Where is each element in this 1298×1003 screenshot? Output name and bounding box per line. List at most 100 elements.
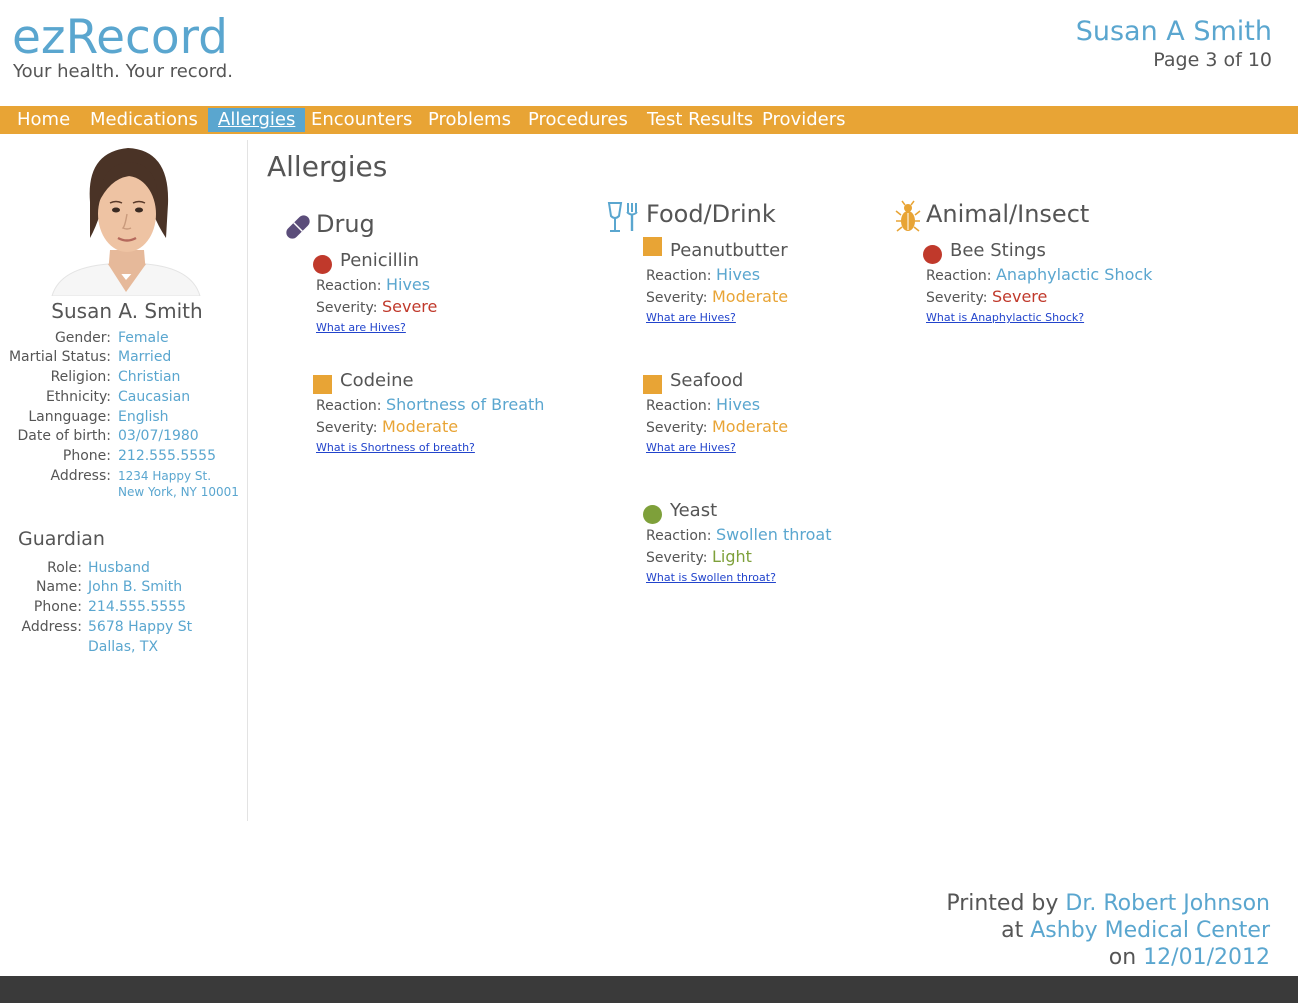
allergy-severity: Severity: Severe	[316, 297, 437, 316]
field-label: Lannguage:	[28, 409, 111, 425]
allergy-name: Bee Stings	[950, 240, 1046, 261]
pill-icon	[286, 215, 310, 239]
allergy-name: Yeast	[670, 500, 718, 521]
severity-value: Moderate	[711, 287, 789, 306]
patient-header: Susan A Smith Page 3 of 10	[1076, 16, 1272, 71]
severity-circle-icon	[643, 505, 662, 524]
nav-item-providers[interactable]: Providers	[752, 106, 856, 134]
allergy-name: Seafood	[670, 370, 744, 391]
field-value: 1234 Happy St.	[118, 469, 212, 483]
allergy-name: Penicillin	[340, 250, 420, 271]
category-food-drink-title: Food/Drink	[646, 200, 776, 228]
reaction-value: Hives	[385, 275, 431, 294]
guardian-field-address: Address: 5678 Happy St Dallas, TX	[0, 619, 248, 659]
reaction-value: Shortness of Breath	[385, 395, 545, 414]
nav-item-encounters[interactable]: Encounters	[301, 106, 422, 134]
patient-sidebar: Susan A. Smith Gender: Female Martial St…	[0, 140, 248, 821]
field-value: English	[118, 409, 169, 425]
allergy-info-link[interactable]: What are Hives?	[316, 321, 406, 334]
avatar	[46, 142, 203, 296]
field-label: Ethnicity:	[45, 389, 111, 405]
main-nav: Home Medications Allergies Encounters Pr…	[0, 106, 1298, 134]
allergy-severity: Severity: Moderate	[646, 287, 788, 306]
nav-item-medications[interactable]: Medications	[80, 106, 208, 134]
severity-label: Severity:	[926, 290, 988, 306]
severity-square-icon	[643, 375, 662, 394]
patient-field-gender: Gender: Female	[0, 330, 248, 349]
patient-photo	[46, 142, 203, 296]
nav-item-problems[interactable]: Problems	[418, 106, 521, 134]
severity-label: Severity:	[646, 420, 708, 436]
guardian-field-name: Name: John B. Smith	[0, 579, 248, 598]
printed-by-line: Printed by Dr. Robert Johnson	[946, 890, 1270, 917]
nav-item-procedures[interactable]: Procedures	[518, 106, 638, 134]
nav-item-allergies[interactable]: Allergies	[208, 108, 306, 132]
severity-value: Light	[711, 547, 752, 566]
field-label: Date of birth:	[17, 428, 111, 444]
field-value: 212.555.5555	[118, 448, 216, 464]
patient-field-address: Address: 1234 Happy St. New York, NY 100…	[0, 468, 248, 504]
severity-circle-icon	[923, 245, 942, 264]
allergy-severity: Severity: Moderate	[646, 417, 788, 436]
printed-at-line: at Ashby Medical Center	[946, 917, 1270, 944]
fork-glass-icon	[607, 202, 638, 232]
printed-date: 12/01/2012	[1143, 945, 1270, 970]
allergy-info-link[interactable]: What is Shortness of breath?	[316, 441, 475, 454]
severity-square-icon	[313, 375, 332, 394]
allergy-reaction: Reaction: Hives	[316, 275, 430, 294]
field-label: Address:	[50, 468, 111, 484]
printed-at-label: at	[1001, 918, 1024, 943]
field-value: Husband	[88, 560, 150, 576]
bug-icon	[895, 200, 921, 232]
field-value-line2: Dallas, TX	[88, 639, 159, 655]
printed-on-line: on 12/01/2012	[946, 944, 1270, 971]
field-value: Married	[118, 349, 172, 365]
app-logo: ezRecord	[12, 10, 228, 65]
patient-field-marital-status: Martial Status: Married	[0, 349, 248, 368]
nav-item-test-results[interactable]: Test Results	[637, 106, 763, 134]
allergy-info-link[interactable]: What is Swollen throat?	[646, 571, 776, 584]
severity-value: Moderate	[381, 417, 459, 436]
page-indicator: Page 3 of 10	[1153, 49, 1272, 71]
reaction-label: Reaction:	[316, 398, 382, 414]
allergy-info-link[interactable]: What are Hives?	[646, 441, 736, 454]
field-value: Female	[118, 330, 169, 346]
field-value: John B. Smith	[88, 579, 183, 595]
patient-field-language: Lannguage: English	[0, 409, 248, 428]
reaction-label: Reaction:	[646, 528, 712, 544]
reaction-value: Anaphylactic Shock	[995, 265, 1153, 284]
header-patient-name: Susan A Smith	[1075, 16, 1272, 47]
allergy-info-link[interactable]: What are Hives?	[646, 311, 736, 324]
app-tagline: Your health. Your record.	[13, 61, 233, 82]
reaction-value: Swollen throat	[715, 525, 832, 544]
patient-field-ethnicity: Ethnicity: Caucasian	[0, 389, 248, 408]
field-value: 03/07/1980	[118, 428, 199, 444]
severity-square-icon	[643, 237, 662, 256]
allergy-reaction: Reaction: Hives	[646, 265, 760, 284]
field-value: 214.555.5555	[88, 599, 186, 615]
field-label: Address:	[21, 619, 82, 635]
allergy-name: Codeine	[340, 370, 414, 391]
allergy-reaction: Reaction: Anaphylactic Shock	[926, 265, 1152, 284]
allergy-info-link[interactable]: What is Anaphylactic Shock?	[926, 311, 1084, 324]
severity-value: Moderate	[711, 417, 789, 436]
severity-label: Severity:	[646, 290, 708, 306]
patient-field-date-of-birth: Date of birth: 03/07/1980	[0, 428, 248, 447]
field-value: Caucasian	[118, 389, 191, 405]
field-label: Phone:	[33, 599, 82, 615]
reaction-value: Hives	[715, 395, 761, 414]
field-label: Religion:	[50, 369, 111, 385]
patient-field-phone: Phone: 212.555.5555	[0, 448, 248, 467]
severity-label: Severity:	[316, 300, 378, 316]
field-label: Phone:	[62, 448, 111, 464]
allergy-severity: Severity: Light	[646, 547, 752, 566]
nav-item-home[interactable]: Home	[7, 106, 80, 134]
field-label: Name:	[35, 579, 82, 595]
field-value-line2: New York, NY 10001	[118, 485, 239, 499]
severity-value: Severe	[991, 287, 1048, 306]
reaction-label: Reaction:	[646, 398, 712, 414]
printed-by-name: Dr. Robert Johnson	[1065, 891, 1270, 916]
field-label: Role:	[47, 560, 82, 576]
allergy-reaction: Reaction: Hives	[646, 395, 760, 414]
guardian-field-phone: Phone: 214.555.5555	[0, 599, 248, 618]
